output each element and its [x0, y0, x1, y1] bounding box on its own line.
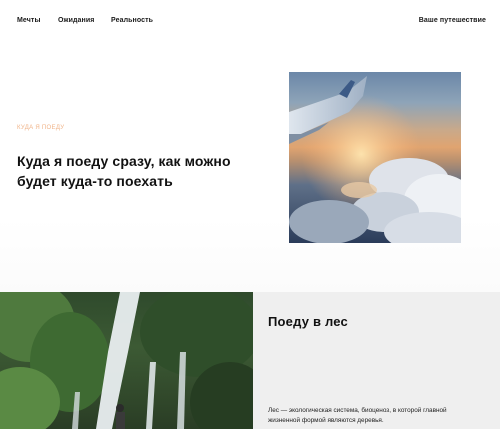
forest-waterfall-photo [0, 292, 253, 429]
hero-title: Куда я поеду сразу, как можно будет куда… [17, 153, 231, 189]
nav-link-reality[interactable]: Реальность [111, 17, 153, 24]
nav-link-expectations[interactable]: Ожидания [58, 17, 94, 24]
section-title: Поеду в лес [268, 314, 348, 329]
airplane-wing-photo [289, 72, 461, 243]
top-nav: Мечты Ожидания Реальность Ваше путешеств… [0, 0, 500, 44]
nav-link-dreams[interactable]: Мечты [17, 17, 41, 24]
hero-tag: КУДА Я ПОЕДУ [17, 125, 65, 131]
nav-link-your-trip[interactable]: Ваше путешествие [419, 17, 486, 24]
forest-info-panel: Поеду в лес Лес — экологическая система,… [253, 292, 500, 429]
section-description: Лес — экологическая система, биоценоз, в… [268, 407, 447, 424]
hero-section: КУДА Я ПОЕДУ Куда я поеду сразу, как мож… [0, 44, 500, 292]
